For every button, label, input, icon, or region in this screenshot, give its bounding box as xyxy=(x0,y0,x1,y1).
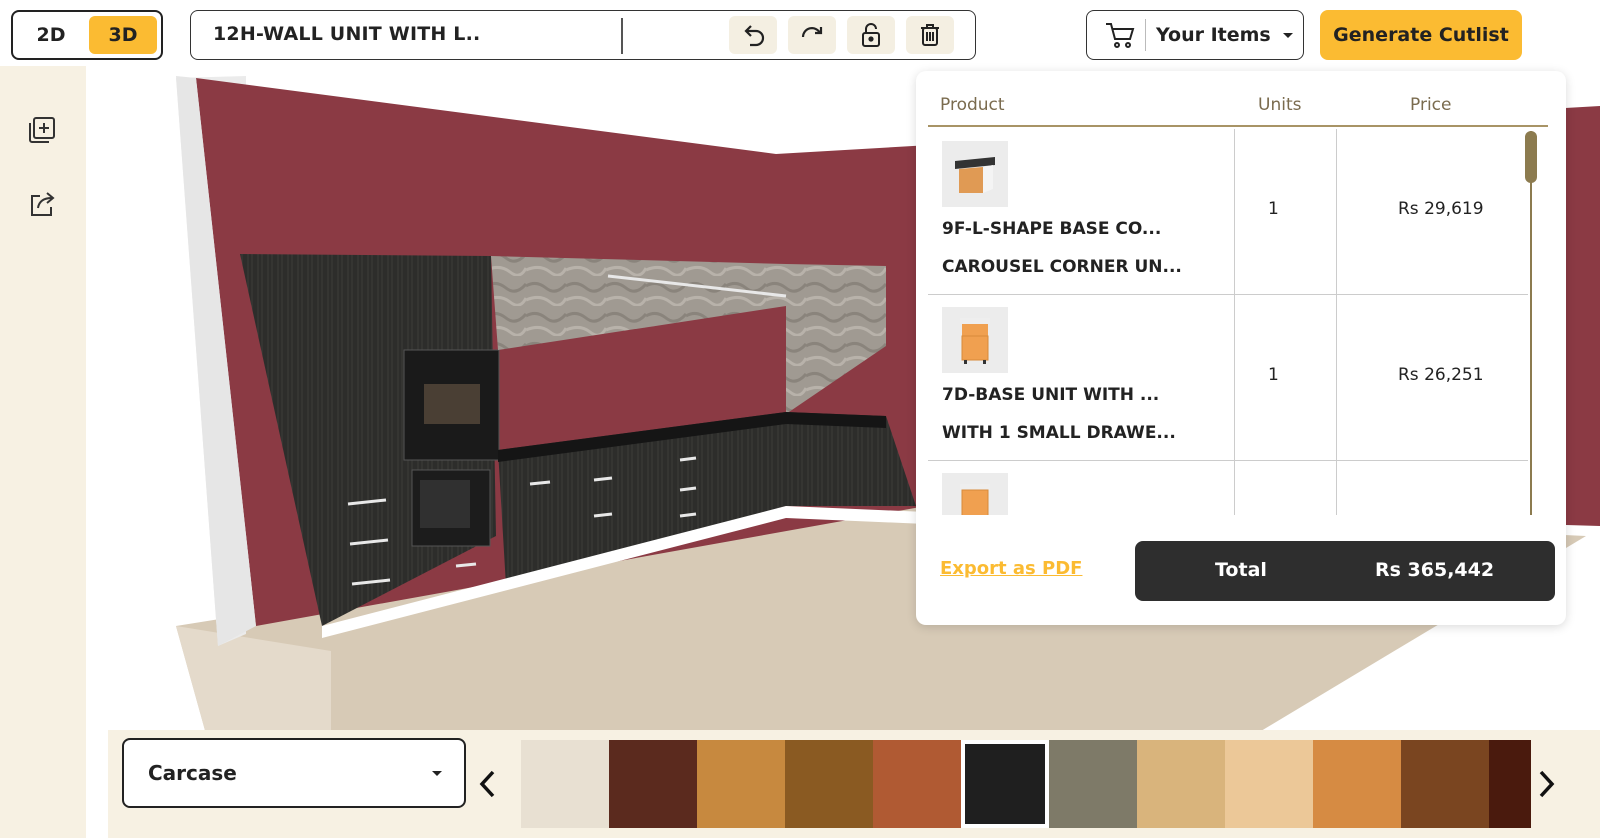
lock-icon xyxy=(862,23,880,47)
material-swatch[interactable] xyxy=(1313,740,1401,828)
part-select-value: Carcase xyxy=(148,761,237,785)
view-2d-button[interactable]: 2D xyxy=(17,16,85,54)
total-label: Total xyxy=(1215,559,1267,581)
product-column-header: Product xyxy=(940,95,1005,115)
cart-row-price: Rs 26,251 xyxy=(1398,365,1484,385)
base-unit-thumb xyxy=(942,307,1008,373)
cart-row[interactable]: 9F-L-SHAPE BASE CO... CAROUSEL CORNER UN… xyxy=(928,129,1528,295)
cart-panel: Product Units Price 9F-L-SHAPE BASE CO..… xyxy=(916,71,1566,625)
material-swatch[interactable] xyxy=(873,740,961,828)
cart-row-subtitle: WITH 1 SMALL DRAWE... xyxy=(942,423,1176,443)
undo-button[interactable] xyxy=(729,16,777,54)
material-swatch[interactable] xyxy=(1049,740,1137,828)
cart-scrollbar[interactable] xyxy=(1524,131,1538,515)
material-swatch[interactable] xyxy=(1225,740,1313,828)
cart-row-price: Rs 29,619 xyxy=(1398,199,1484,219)
material-swatch[interactable] xyxy=(1401,740,1489,828)
trash-icon xyxy=(921,24,939,46)
items-separator xyxy=(1145,19,1146,51)
material-bar: Carcase xyxy=(108,730,1600,838)
material-swatch[interactable] xyxy=(609,740,697,828)
swatch-prev-button[interactable] xyxy=(474,766,502,802)
cart-row-units: 1 xyxy=(1268,365,1279,385)
generate-cutlist-button[interactable]: Generate Cutlist xyxy=(1320,10,1522,60)
total-value: Rs 365,442 xyxy=(1375,559,1495,581)
cart-row-name: 9F-L-SHAPE BASE CO... xyxy=(942,219,1162,239)
swatch-next-button[interactable] xyxy=(1532,766,1560,802)
units-column-header: Units xyxy=(1258,95,1302,115)
redo-icon xyxy=(801,27,823,38)
cart-header: Product Units Price xyxy=(928,95,1548,127)
material-swatch[interactable] xyxy=(785,740,873,828)
cart-row[interactable]: 7D-BASE UNIT WITH ... WITH 1 SMALL DRAWE… xyxy=(928,295,1528,461)
your-items-label: Your Items xyxy=(1156,24,1271,46)
price-column-header: Price xyxy=(1410,95,1452,115)
cart-icon xyxy=(1106,23,1135,48)
part-select[interactable]: Carcase xyxy=(122,738,466,808)
delete-button[interactable] xyxy=(906,16,954,54)
caret-down-icon xyxy=(1282,33,1293,38)
scrollbar-track xyxy=(1530,131,1532,515)
lock-button[interactable] xyxy=(847,16,895,54)
material-swatch[interactable] xyxy=(697,740,785,828)
material-swatch[interactable] xyxy=(521,740,609,828)
scrollbar-thumb[interactable] xyxy=(1525,131,1537,183)
selected-item-title[interactable]: 12H-WALL UNIT WITH L.. xyxy=(213,23,480,45)
add-item-button[interactable] xyxy=(26,114,58,146)
your-items-dropdown[interactable]: Your Items xyxy=(1086,10,1304,60)
swatch-row xyxy=(521,740,1531,828)
share-button[interactable] xyxy=(26,188,58,220)
base-unit-thumb xyxy=(942,473,1008,515)
caret-down-icon xyxy=(432,771,442,776)
title-divider xyxy=(621,18,623,54)
cart-row-subtitle: CAROUSEL CORNER UN... xyxy=(942,257,1182,277)
cart-list[interactable]: 9F-L-SHAPE BASE CO... CAROUSEL CORNER UN… xyxy=(928,129,1528,515)
material-swatch[interactable] xyxy=(1489,740,1531,828)
view-3d-button[interactable]: 3D xyxy=(89,16,157,54)
share-icon xyxy=(31,192,55,216)
redo-button[interactable] xyxy=(788,16,836,54)
cart-row-name: 7D-BASE UNIT WITH ... xyxy=(942,385,1160,405)
material-swatch[interactable] xyxy=(961,740,1049,828)
left-sidebar xyxy=(0,66,86,838)
l-shape-base-thumb xyxy=(942,141,1008,207)
material-swatch[interactable] xyxy=(1137,740,1225,828)
view-toggle: 2D 3D xyxy=(11,10,163,60)
total-bar: Total Rs 365,442 xyxy=(1135,541,1555,601)
export-pdf-link[interactable]: Export as PDF xyxy=(940,558,1082,579)
item-title-bar: 12H-WALL UNIT WITH L.. xyxy=(190,10,976,60)
add-item-icon xyxy=(29,117,55,143)
undo-icon xyxy=(744,25,765,47)
chevron-left-icon xyxy=(479,770,495,798)
chevron-right-icon xyxy=(1539,770,1555,798)
cart-row-units: 1 xyxy=(1268,199,1279,219)
cart-row[interactable] xyxy=(928,461,1528,515)
